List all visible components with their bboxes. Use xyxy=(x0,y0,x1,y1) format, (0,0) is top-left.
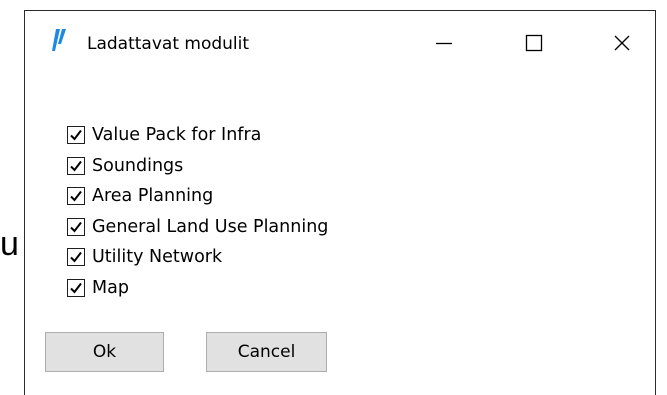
module-item-utility-network[interactable]: Utility Network xyxy=(67,242,328,273)
close-button[interactable] xyxy=(589,11,655,79)
module-label: Map xyxy=(92,277,129,298)
minimize-button[interactable] xyxy=(411,11,477,79)
module-item-map[interactable]: Map xyxy=(67,273,328,304)
checkmark-icon xyxy=(70,252,82,263)
maximize-icon xyxy=(524,33,544,57)
title-bar[interactable]: Ladattavat modulit xyxy=(25,11,655,81)
close-icon xyxy=(612,33,632,57)
checkmark-icon xyxy=(70,160,82,172)
module-label: Utility Network xyxy=(92,247,223,268)
module-item-soundings[interactable]: Soundings xyxy=(67,151,328,182)
checkbox[interactable] xyxy=(67,217,85,236)
checkmark-icon xyxy=(70,282,82,294)
checkmark-icon xyxy=(70,191,82,202)
module-label: Value Pack for Infra xyxy=(92,125,262,146)
background-text: u xyxy=(0,225,19,263)
checkmark-icon xyxy=(70,130,82,141)
maximize-button[interactable] xyxy=(501,11,567,79)
checkbox[interactable] xyxy=(67,278,85,297)
module-item-area-planning[interactable]: Area Planning xyxy=(67,181,328,212)
module-label: General Land Use Planning xyxy=(92,216,329,237)
checkbox[interactable] xyxy=(67,187,85,206)
window-title: Ladattavat modulit xyxy=(87,34,250,54)
module-label: Area Planning xyxy=(92,186,214,207)
checkbox[interactable] xyxy=(67,248,85,267)
minimize-icon xyxy=(434,33,454,57)
module-label: Soundings xyxy=(92,155,184,176)
dialog-window: Ladattavat modulit Value Pack for Infra … xyxy=(24,10,656,395)
module-item-value-pack[interactable]: Value Pack for Infra xyxy=(67,120,328,151)
module-list: Value Pack for Infra Soundings Area Plan… xyxy=(67,120,328,303)
checkbox[interactable] xyxy=(67,126,85,145)
app-logo-icon xyxy=(49,28,67,52)
ok-button[interactable]: Ok xyxy=(45,332,164,372)
cancel-button[interactable]: Cancel xyxy=(206,332,327,372)
module-item-general-land-use[interactable]: General Land Use Planning xyxy=(67,212,328,243)
checkmark-icon xyxy=(70,221,82,233)
checkbox[interactable] xyxy=(67,156,85,175)
